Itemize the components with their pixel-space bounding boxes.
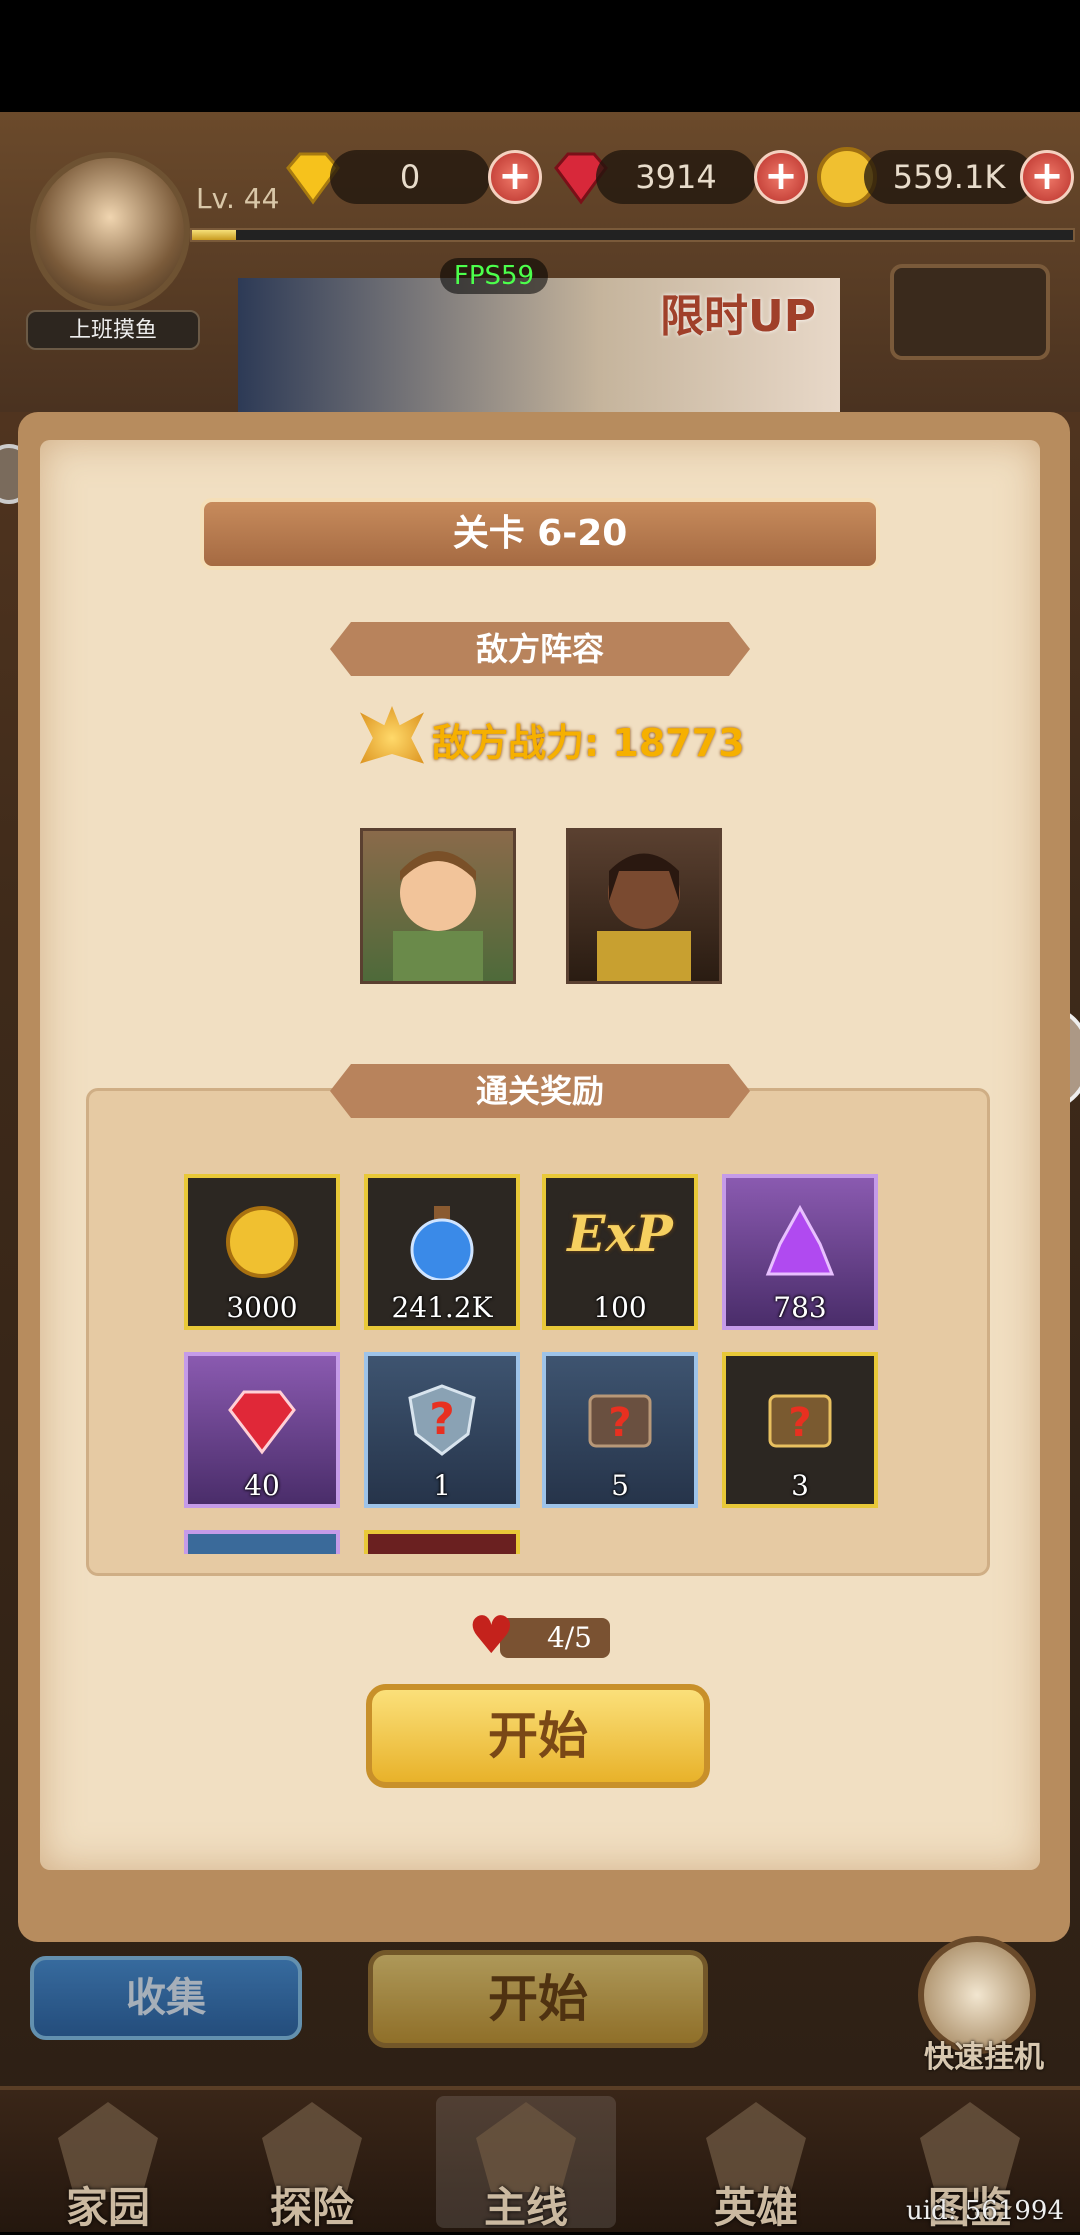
nav-home[interactable]: 家园: [18, 2096, 198, 2232]
svg-text:?: ?: [429, 1394, 455, 1445]
nav-explore[interactable]: 探险: [222, 2096, 402, 2232]
start-button-background[interactable]: 开始: [368, 1950, 708, 2048]
nav-label: 英雄: [713, 2183, 798, 2232]
rewards-header: 通关奖励: [330, 1064, 750, 1118]
reward-item-partial[interactable]: [364, 1530, 520, 1554]
mystery-shield-icon: ?: [404, 1382, 480, 1458]
status-bar: [0, 0, 1080, 112]
blue-potion-icon: [404, 1204, 480, 1282]
mystery-book-gold-icon: ?: [762, 1382, 838, 1458]
nav-main-story[interactable]: 主线: [436, 2096, 616, 2232]
gold-coin-icon: [224, 1204, 300, 1280]
banner-title: 限时UP: [660, 291, 816, 342]
reward-count: 1: [433, 1469, 451, 1502]
reward-item[interactable]: 241.2K: [364, 1174, 520, 1330]
reward-item[interactable]: 3000: [184, 1174, 340, 1330]
reward-count: 783: [773, 1291, 827, 1324]
svg-text:?: ?: [788, 1400, 811, 1446]
reward-count: 241.2K: [391, 1291, 493, 1324]
yellow-diamond-count: 0: [330, 150, 490, 204]
red-gem-icon: [224, 1382, 300, 1458]
reward-item[interactable]: ? 1: [364, 1352, 520, 1508]
purple-crystal-icon: [762, 1204, 838, 1280]
player-avatar[interactable]: [30, 152, 190, 312]
nav-heroes[interactable]: 英雄: [666, 2096, 846, 2232]
collect-button[interactable]: 收集: [30, 1956, 302, 2040]
stage-title: 关卡 6-20: [200, 498, 880, 570]
add-red-gem-button[interactable]: +: [754, 150, 808, 204]
nav-label: 探险: [269, 2183, 354, 2232]
start-battle-button[interactable]: 开始: [366, 1684, 710, 1788]
gold-count: 559.1K: [864, 150, 1034, 204]
reward-item[interactable]: 783: [722, 1174, 878, 1330]
red-gem-count: 3914: [596, 150, 756, 204]
hex-menu-button[interactable]: [890, 264, 1050, 360]
nav-label: 家园: [65, 2183, 150, 2232]
xp-bar-fill: [192, 230, 237, 240]
reward-item[interactable]: ? 5: [542, 1352, 698, 1508]
exp-label: ExP: [567, 1204, 673, 1263]
add-gold-button[interactable]: +: [1020, 150, 1074, 204]
reward-item[interactable]: ? 3: [722, 1352, 878, 1508]
quick-idle-label[interactable]: 快速挂机: [914, 2032, 1054, 2076]
add-yellow-diamond-button[interactable]: +: [488, 150, 542, 204]
reward-item[interactable]: 40: [184, 1352, 340, 1508]
player-nickname: 上班摸鱼: [26, 310, 200, 350]
reward-count: 3: [791, 1469, 809, 1502]
reward-item-partial[interactable]: [184, 1530, 340, 1554]
reward-count: 5: [611, 1469, 629, 1502]
reward-count: 40: [244, 1469, 280, 1502]
enemy-power: 敌方战力: 18773: [432, 721, 745, 765]
reward-item[interactable]: ExP 100: [542, 1174, 698, 1330]
reward-count: 100: [593, 1291, 647, 1324]
fps-counter: FPS59: [440, 258, 548, 294]
enemy-hero-portrait[interactable]: [566, 828, 722, 984]
user-id: uid: 561994: [906, 2196, 1064, 2226]
reward-count: 3000: [226, 1291, 298, 1324]
heart-icon: ♥: [468, 1606, 515, 1666]
exp-icon: ExP: [560, 1204, 680, 1280]
nav-label: 主线: [483, 2183, 568, 2232]
xp-bar: [190, 228, 1075, 242]
player-level: Lv. 44: [196, 182, 280, 215]
enemy-lineup-header: 敌方阵容: [330, 622, 750, 676]
mystery-book-icon: ?: [582, 1382, 658, 1458]
svg-text:?: ?: [608, 1400, 631, 1446]
enemy-hero-portrait[interactable]: [360, 828, 516, 984]
